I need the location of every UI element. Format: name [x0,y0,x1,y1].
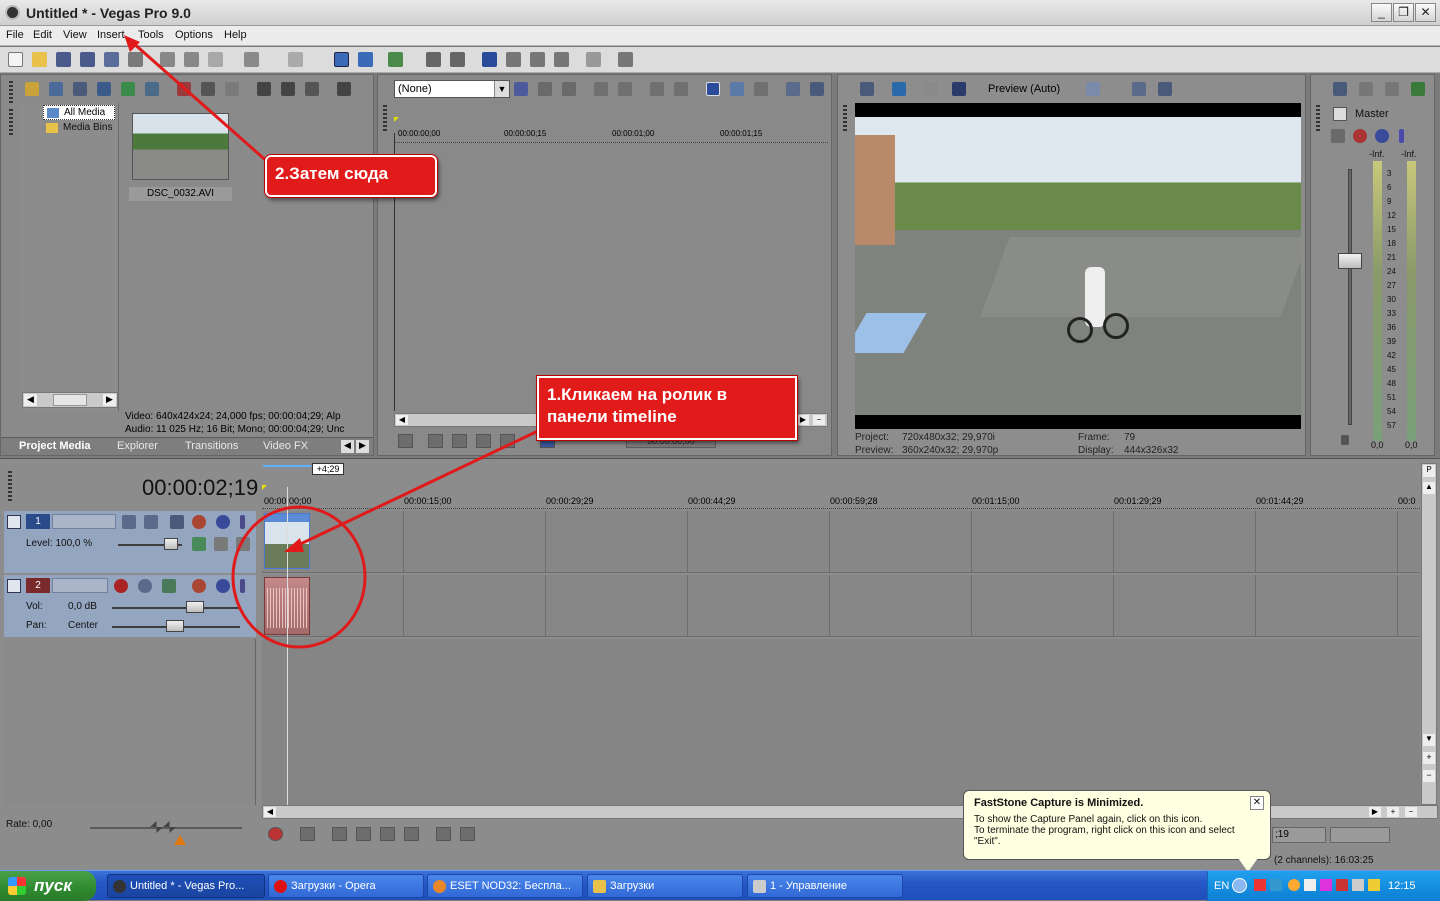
task-eset[interactable]: ESET NOD32: Бесплa... [427,874,583,898]
windows-logo-icon [8,877,26,895]
arrow-line-2 [131,40,271,166]
notification-line-1: To show the Capture Panel again, click o… [974,814,1203,825]
tray-icon[interactable] [1320,879,1332,891]
highlight-circle [231,505,367,649]
faststone-notification[interactable]: FastStone Capture is Minimized. To show … [963,790,1271,860]
tray-icon[interactable] [1352,879,1364,891]
vegas-task-icon [113,880,126,893]
notification-line-2: To terminate the program, right click on… [974,825,1235,847]
arrow-line-1 [291,428,541,550]
warning-tray-icon[interactable] [1368,879,1380,891]
clock[interactable]: 12:15 [1388,880,1416,892]
tray-icon[interactable] [1304,879,1316,891]
browser-tray-icon[interactable] [1288,879,1300,891]
annotation-overlay [124,35,541,649]
task-management[interactable]: 1 - Управление [747,874,903,898]
task-label: Untitled * - Vegas Pro... [130,880,245,892]
task-label: Загрузки - Opera [291,880,376,892]
tray-expand-icon[interactable] [1232,878,1247,893]
arrow-head-2 [124,35,140,52]
language-indicator[interactable]: EN [1214,880,1229,892]
folder-icon [593,880,606,893]
close-icon[interactable]: ✕ [1250,796,1264,810]
task-label: Загрузки [610,880,655,892]
opera-icon [274,880,287,893]
computer-management-icon [753,880,766,893]
start-button[interactable]: пуск [0,871,96,901]
task-label: ESET NOD32: Бесплa... [450,880,571,892]
system-tray: EN 12:15 [1207,871,1440,901]
task-label: 1 - Управление [770,880,848,892]
eset-icon [433,880,446,893]
start-label: пуск [34,876,72,895]
task-vegas[interactable]: Untitled * - Vegas Pro... [107,874,265,898]
faststone-tray-icon[interactable] [1254,879,1266,891]
taskbar: пуск Untitled * - Vegas Pro... Загрузки … [0,870,1440,901]
network-tray-icon[interactable] [1270,879,1282,891]
notification-title: FastStone Capture is Minimized. [974,797,1144,809]
callout-step-2: 2.Затем сюда [265,155,437,197]
task-opera[interactable]: Загрузки - Opera [268,874,424,898]
tray-icon[interactable] [1336,879,1348,891]
arrow-head-1 [284,538,304,552]
callout-step-1: 1.Кликаем на ролик в панели timeline [537,376,797,440]
task-downloads[interactable]: Загрузки [587,874,743,898]
